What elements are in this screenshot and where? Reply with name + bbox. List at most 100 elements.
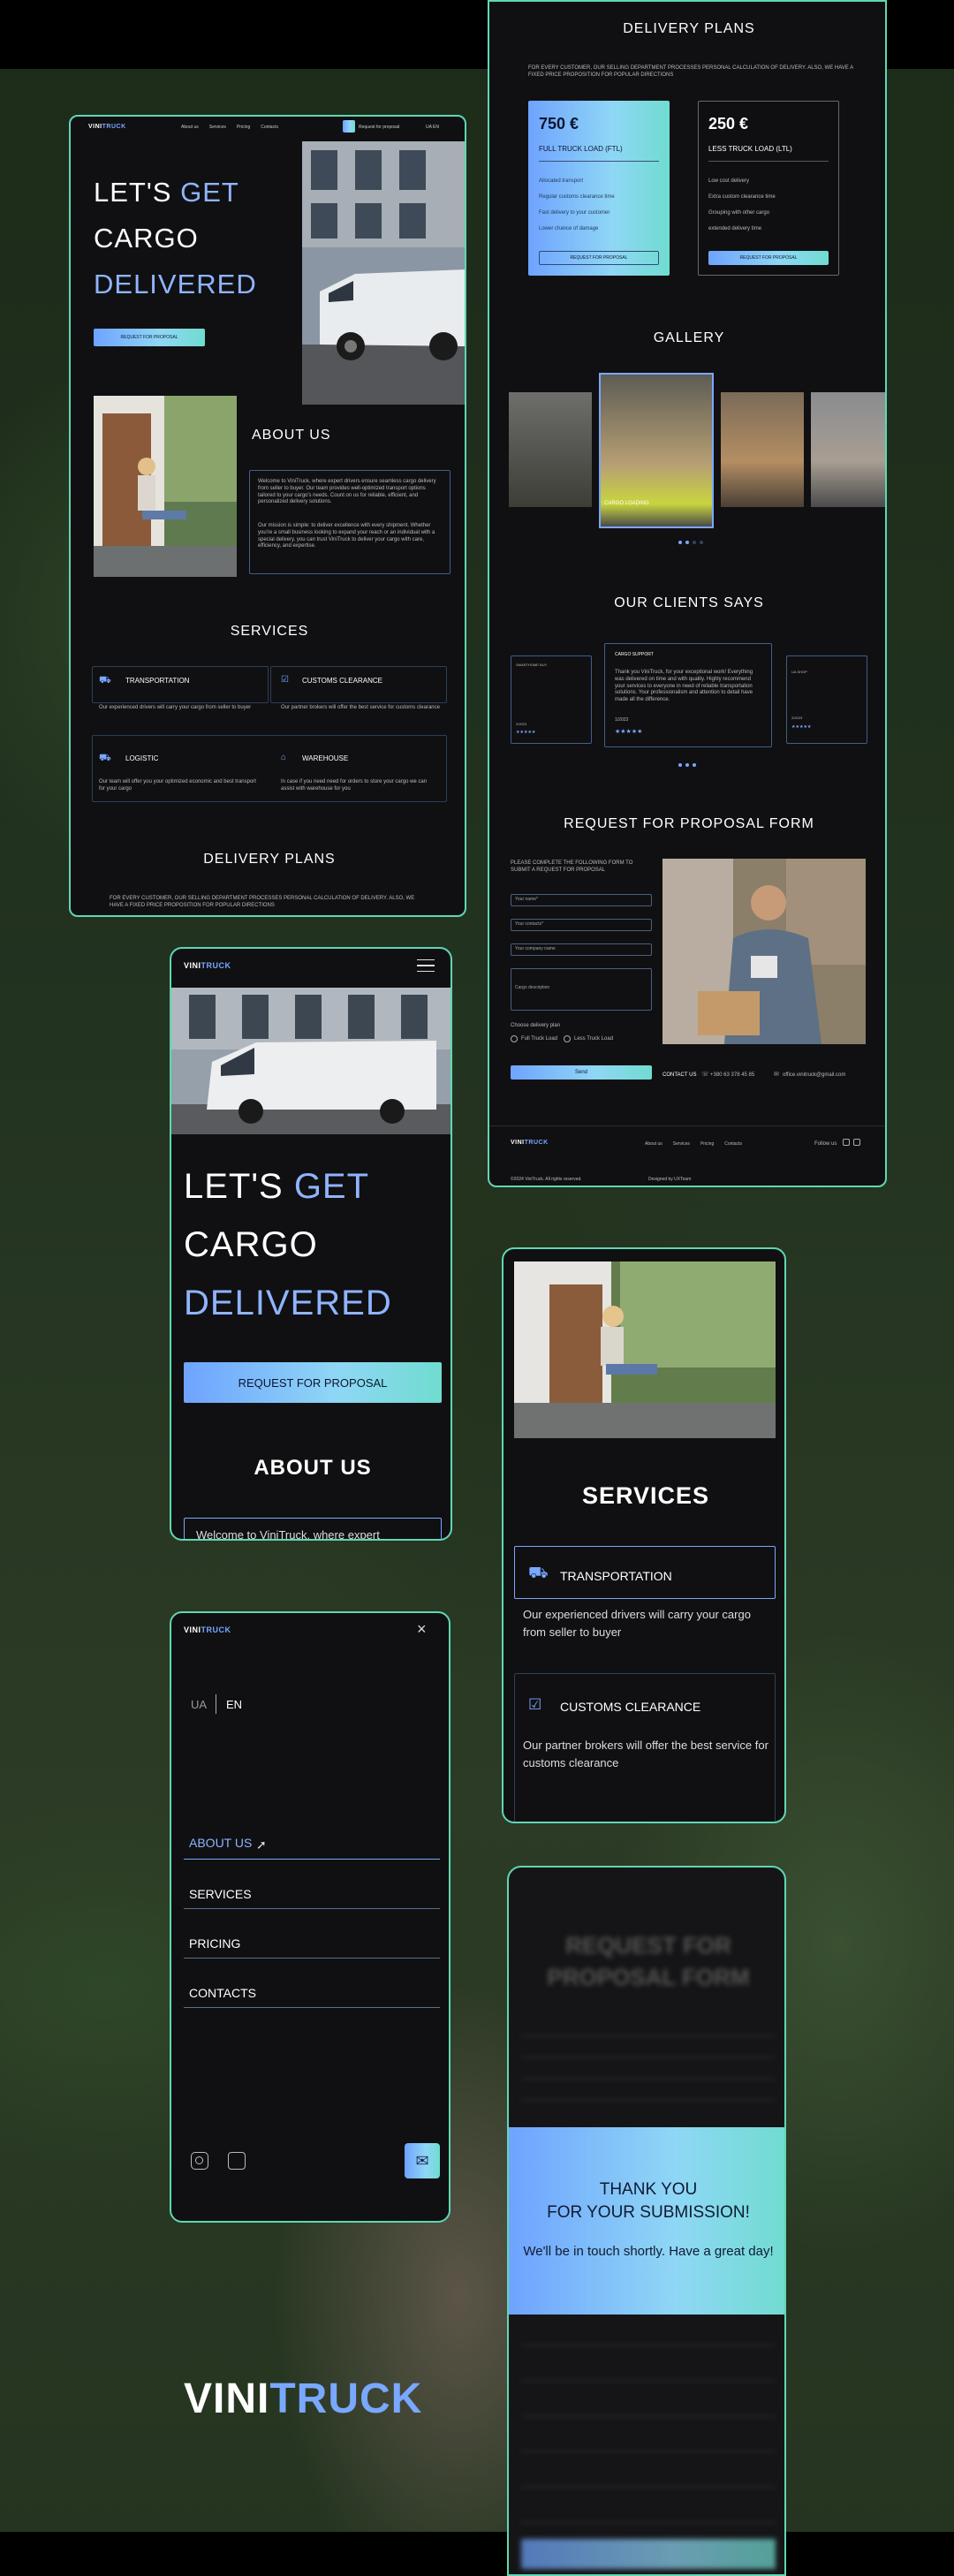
gallery-image[interactable] bbox=[811, 392, 885, 507]
plan-feature: Low cost delivery bbox=[708, 178, 750, 184]
close-icon[interactable]: × bbox=[417, 1620, 427, 1639]
mobile-about-peek: Welcome to ViniTruck, where expert bbox=[196, 1528, 380, 1541]
lang-switch[interactable]: UA EN bbox=[426, 125, 439, 130]
customs-icon: ☑ bbox=[281, 675, 289, 685]
plan-divider bbox=[708, 161, 829, 162]
nav-about[interactable]: About us bbox=[181, 125, 199, 130]
services-lower-frame bbox=[92, 735, 447, 802]
contacts-field[interactable]: Your contacts* bbox=[511, 919, 652, 931]
gallery-image[interactable] bbox=[509, 392, 592, 507]
mobile-services-photo bbox=[514, 1261, 776, 1438]
cursor-icon: ➚ bbox=[256, 1837, 267, 1852]
footer-divider bbox=[489, 1125, 885, 1126]
hero-request-button[interactable]: REQUEST FOR PROPOSAL bbox=[94, 329, 205, 346]
mobile-menu-mockup: VINITRUCK × UA EN ABOUT US ➚ SERVICES PR… bbox=[170, 1611, 450, 2223]
mobile-logo[interactable]: VINITRUCK bbox=[184, 961, 231, 970]
nav-pricing[interactable]: Pricing bbox=[237, 125, 250, 130]
plan-feature: Lower chance of damage bbox=[539, 226, 599, 231]
review-date: 1/2023 bbox=[615, 717, 629, 723]
mail-button[interactable]: ✉ bbox=[405, 2143, 440, 2178]
service-name: TRANSPORTATION bbox=[560, 1569, 672, 1583]
service-desc: Our experienced drivers will carry your … bbox=[99, 705, 252, 710]
desktop-nav: About us Services Pricing Contacts bbox=[181, 125, 278, 130]
mobile-form-mockup: REQUEST FOR PROPOSAL FORM THANK YOU FOR YO… bbox=[507, 1866, 786, 2576]
send-button[interactable]: Send bbox=[511, 1065, 652, 1080]
service-card-customs[interactable] bbox=[270, 666, 447, 703]
plan-price: 250 € bbox=[708, 115, 749, 133]
gallery-image[interactable] bbox=[721, 392, 804, 507]
truck-icon: ⛟ bbox=[99, 675, 111, 686]
review-author: CARGO SUPPORT bbox=[615, 652, 654, 657]
copyright: ©2024 ViniTruck. All rights reserved. bbox=[511, 1177, 582, 1182]
radio-ltl[interactable] bbox=[564, 1035, 571, 1042]
plans-title: DELIVERY PLANS bbox=[203, 852, 336, 867]
request-link[interactable]: Request for proposal bbox=[359, 125, 399, 130]
plan-feature: Regular customs clearance time bbox=[539, 194, 615, 200]
nav-contacts[interactable]: Contacts bbox=[261, 125, 278, 130]
delivery-plan-label: Choose delivery plan bbox=[511, 1023, 561, 1028]
facebook-icon[interactable] bbox=[228, 2152, 246, 2170]
mobile-hero-title: LET'S GET CARGO DELIVERED bbox=[184, 1167, 392, 1322]
stars-icon: ★★★★★ bbox=[516, 730, 536, 735]
facebook-icon[interactable] bbox=[853, 1139, 860, 1146]
menu-services[interactable]: SERVICES bbox=[189, 1887, 252, 1901]
menu-divider bbox=[184, 1859, 440, 1860]
menu-about[interactable]: ABOUT US bbox=[189, 1836, 252, 1850]
plan-request-button[interactable]: REQUEST FOR PROPOSAL bbox=[708, 251, 829, 265]
mobile-request-button[interactable]: REQUEST FOR PROPOSAL bbox=[184, 1362, 442, 1403]
footer-nav-services[interactable]: Services bbox=[673, 1141, 690, 1147]
radio-ftl-label: Full Truck Load bbox=[521, 1036, 558, 1042]
footer-nav-pricing[interactable]: Pricing bbox=[700, 1141, 714, 1147]
service-card-transportation[interactable] bbox=[92, 666, 269, 703]
name-field[interactable]: Your name* bbox=[511, 894, 652, 906]
mobile-van-image bbox=[171, 988, 450, 1134]
mobile-service-card-2[interactable] bbox=[514, 1673, 776, 1822]
logo[interactable]: VINITRUCK bbox=[88, 124, 126, 130]
menu-pricing[interactable]: PRICING bbox=[189, 1936, 240, 1951]
plan-name: FULL TRUCK LOAD (FTL) bbox=[539, 145, 623, 153]
form-photo bbox=[662, 859, 866, 1044]
services-title: SERVICES bbox=[230, 624, 309, 639]
plans-note: FOR EVERY CUSTOMER, OUR SELLING DEPARTME… bbox=[528, 65, 853, 78]
footer-nav-about[interactable]: About us bbox=[645, 1141, 662, 1147]
lang-en[interactable]: EN bbox=[226, 1698, 242, 1711]
mobile-services-mockup: SERVICES ⛟ TRANSPORTATION Our experience… bbox=[502, 1247, 786, 1823]
hamburger-icon[interactable] bbox=[417, 959, 435, 972]
mobile-hero-mockup: VINITRUCK LET'S GET CARGO DELIVERED REQU… bbox=[170, 947, 452, 1541]
lang-ua[interactable]: UA bbox=[191, 1698, 207, 1711]
hero-title: LET'S GET CARGO DELIVERED bbox=[94, 177, 257, 299]
cargo-description-field[interactable]: Cargo description bbox=[511, 968, 652, 1011]
stars-icon: ★★★★★ bbox=[791, 724, 812, 730]
review-card bbox=[786, 655, 867, 744]
review-author: SMARTHOME BUY bbox=[516, 663, 548, 667]
nav-services[interactable]: Services bbox=[209, 125, 226, 130]
reviews-dots[interactable] bbox=[678, 763, 696, 767]
footer-nav-contacts[interactable]: Contacts bbox=[724, 1141, 742, 1147]
van-image bbox=[302, 141, 465, 405]
instagram-icon[interactable] bbox=[843, 1139, 850, 1146]
gallery-caption: CARGO LOADING bbox=[604, 501, 649, 506]
instagram-icon[interactable] bbox=[191, 2152, 208, 2170]
email-address[interactable]: office.vinitruck@gmail.com bbox=[783, 1072, 845, 1080]
mail-icon-button[interactable] bbox=[343, 120, 355, 133]
company-field[interactable]: Your company name bbox=[511, 943, 652, 956]
stars-icon: ★★★★★ bbox=[615, 729, 643, 735]
review-text: Thank you ViniTruck, for your exceptiona… bbox=[615, 670, 753, 703]
contact-label: CONTACT US bbox=[662, 1072, 697, 1078]
plan-price: 750 € bbox=[539, 115, 579, 133]
radio-ftl[interactable] bbox=[511, 1035, 518, 1042]
clients-title: OUR CLIENTS SAYS bbox=[614, 595, 764, 610]
menu-logo[interactable]: VINITRUCK bbox=[184, 1625, 231, 1634]
thank-you-message: We'll be in touch shortly. Have a great … bbox=[523, 2244, 774, 2259]
phone-icon: ☏ bbox=[701, 1072, 709, 1078]
service-name: CUSTOMS CLEARANCE bbox=[302, 677, 382, 685]
radio-ltl-label: Less Truck Load bbox=[574, 1036, 614, 1042]
plan-divider bbox=[539, 161, 659, 162]
menu-contacts[interactable]: CONTACTS bbox=[189, 1986, 256, 2000]
plan-request-button[interactable]: REQUEST FOR PROPOSAL bbox=[539, 251, 659, 265]
blurred-form-rest bbox=[521, 2345, 776, 2539]
phone-number[interactable]: +380 63 378 45 85 bbox=[710, 1072, 754, 1080]
about-text-2: Our mission is simple: to deliver excell… bbox=[258, 523, 435, 549]
gallery-dots[interactable] bbox=[678, 541, 703, 544]
footer-logo[interactable]: VINITRUCK bbox=[511, 1140, 549, 1146]
